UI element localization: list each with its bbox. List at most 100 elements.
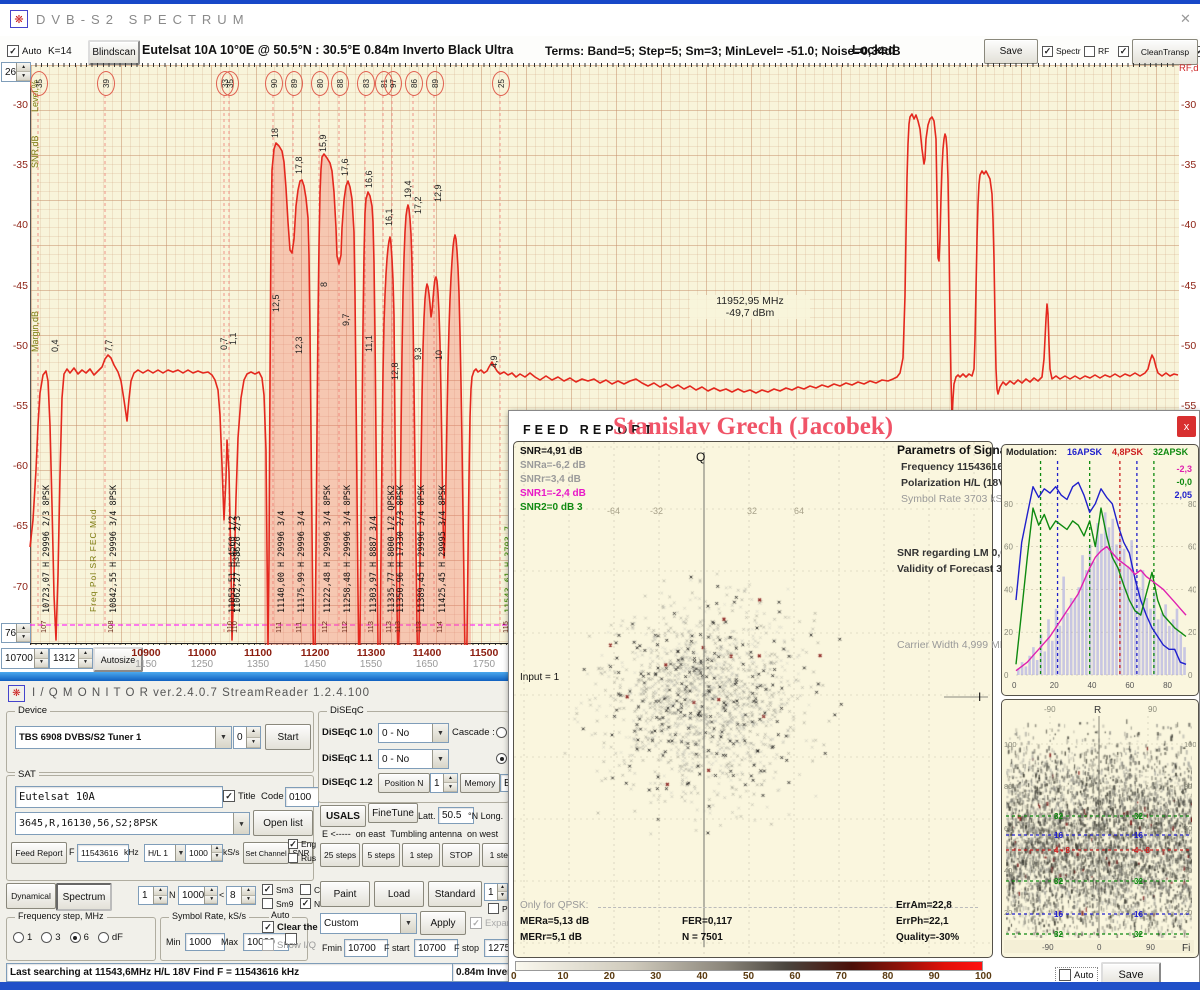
- toolbar-check-rf[interactable]: RF: [1084, 38, 1118, 64]
- step-button-1step[interactable]: 1 step: [402, 843, 440, 867]
- svg-text:0: 0: [1188, 671, 1193, 680]
- fstart-input[interactable]: 10700: [414, 939, 458, 957]
- constellation-grid: [514, 442, 990, 955]
- diseqc10-combo[interactable]: 0 - No▼: [378, 723, 449, 743]
- n2-spinner[interactable]: 1000▲▼: [178, 886, 218, 905]
- position-spinner[interactable]: 1▲▼: [430, 773, 458, 793]
- modulation-value: -2,3: [1158, 463, 1192, 476]
- radio-circle: [98, 932, 109, 943]
- svg-text:Fi: Fi: [1182, 943, 1190, 954]
- feed-author: Stanislav Grech (Jacobek): [613, 413, 893, 441]
- error-stats: ErrAm=22,8ErrPh=22,1Quality=-30%: [896, 898, 959, 946]
- stat-line: MERr=5,1 dB: [520, 930, 589, 946]
- constellation-panel: SNR=4,91 dBSNRa=-6,2 dBSNRr=3,4 dBSNR1=-…: [513, 441, 993, 958]
- paint-n-spinner[interactable]: 1▲▼: [484, 883, 508, 901]
- step-buttons-row: 25 steps5 steps1 stepSTOP1 step5: [320, 843, 510, 867]
- svg-text:60: 60: [1188, 543, 1196, 552]
- apply-button[interactable]: Apply: [420, 911, 466, 935]
- dynamical-button[interactable]: Dynamical: [6, 883, 56, 909]
- step-button-25steps[interactable]: 25 steps: [320, 843, 360, 867]
- standard-button[interactable]: Standard: [428, 881, 482, 907]
- code-input[interactable]: 0100: [285, 787, 319, 807]
- step-button-1step[interactable]: 1 step: [482, 843, 510, 867]
- svg-text:40: 40: [1184, 866, 1192, 875]
- start-button[interactable]: Start: [265, 724, 311, 750]
- f-label: F: [69, 847, 75, 857]
- n3-spinner[interactable]: 8▲▼: [226, 886, 256, 905]
- symbolrate-spinner[interactable]: 1000▲▼: [185, 844, 223, 862]
- antenna-row: E <----- on east Tumbling antenna on wes…: [322, 829, 508, 839]
- step-button-STOP[interactable]: STOP: [442, 843, 480, 867]
- param-symbolrate: Symbol Rate 3703 kS/s: [901, 493, 1011, 505]
- svg-text:32: 32: [1054, 877, 1063, 886]
- step-button-5steps[interactable]: 5 steps: [362, 843, 400, 867]
- showiq-checkbox[interactable]: Show I/Q: [262, 939, 316, 951]
- device-combo[interactable]: TBS 6908 DVBS/S2 Tuner 1▼: [15, 726, 232, 749]
- openlist-button[interactable]: Open list: [253, 810, 313, 836]
- sm9-checkbox[interactable]: Sm9: [262, 898, 293, 909]
- position-button[interactable]: Position N: [378, 773, 430, 793]
- svg-text:-90: -90: [1042, 943, 1054, 952]
- frequency-input[interactable]: 11543616: [77, 844, 129, 862]
- freqstep-radio-6[interactable]: 6: [70, 932, 89, 943]
- svg-text:4 - 8: 4 - 8: [1134, 846, 1151, 855]
- feed-auto-checkbox[interactable]: Auto: [1055, 967, 1098, 983]
- fmin-input[interactable]: 10700: [344, 939, 388, 957]
- freqstep-radio-1[interactable]: 1: [13, 932, 32, 943]
- symrate-group-label: Symbol Rate, kS/s: [169, 911, 249, 921]
- spectrum-button[interactable]: Spectrum: [56, 883, 112, 911]
- snr-reading: SNRa=-6,2 dB: [520, 459, 586, 473]
- auto-checkbox[interactable]: ✓Auto: [7, 45, 42, 57]
- svg-text:32: 32: [1134, 812, 1143, 821]
- diseqc11-combo[interactable]: 0 - No▼: [378, 749, 449, 769]
- cleantransp-button[interactable]: CleanTransp: [1132, 39, 1198, 65]
- sat-name-input[interactable]: Eutelsat 10A: [15, 786, 223, 808]
- blindscan-button[interactable]: Blindscan: [88, 40, 140, 65]
- channel-combo[interactable]: 3645,R,16130,56,S2;8PSK▼: [15, 812, 250, 835]
- freq-minor-label: 1750: [464, 659, 504, 670]
- svg-text:20: 20: [1004, 908, 1012, 917]
- custom-combo[interactable]: Custom▼: [320, 913, 417, 934]
- usals-button[interactable]: USALS: [320, 805, 366, 827]
- svg-text:40: 40: [1004, 585, 1013, 594]
- freqstep-group: Frequency step, MHz 136dF: [6, 917, 156, 961]
- rus-checkbox[interactable]: Rus: [288, 853, 316, 863]
- svg-text:100: 100: [1184, 740, 1196, 749]
- khz-label: kHz: [124, 847, 139, 857]
- hl-combo[interactable]: H/L 1▼: [144, 844, 187, 862]
- svg-text:32: 32: [1054, 812, 1063, 821]
- param-carrier: Carrier Width 4,999 MHz: [897, 639, 1013, 651]
- svg-text:0: 0: [1012, 681, 1017, 690]
- radio-label: 6: [84, 932, 89, 943]
- sm3-checkbox[interactable]: ✓Sm3: [262, 884, 293, 895]
- n1-spinner[interactable]: 1▲▼: [138, 886, 168, 905]
- freq-major-label: 11200: [295, 647, 335, 659]
- finetune-button[interactable]: FineTune: [368, 803, 418, 823]
- checkbox-box: ✓: [1118, 46, 1129, 57]
- modulation-legend-label: Modulation:: [1006, 447, 1057, 457]
- memory-button[interactable]: Memory: [460, 773, 500, 793]
- stat-line: ErrAm=22,8: [896, 898, 959, 914]
- save-button[interactable]: Save: [984, 39, 1038, 64]
- freqstep-radio-3[interactable]: 3: [41, 932, 60, 943]
- freq-major-label: 11500: [464, 647, 504, 659]
- device-index-spinner[interactable]: 0▲▼: [233, 726, 261, 749]
- title-checkbox[interactable]: ✓Title: [223, 790, 256, 802]
- paint-button[interactable]: Paint: [320, 881, 370, 907]
- toolbar-check-spectr[interactable]: ✓Spectr: [1042, 38, 1084, 64]
- spectrum-titlebar: ❋ DVB-S2 SPECTRUM ✕: [0, 4, 1200, 37]
- svg-text:16: 16: [1134, 831, 1143, 840]
- scale-tick: 90: [929, 971, 940, 982]
- eng-checkbox[interactable]: ✓Eng: [288, 839, 316, 849]
- freq-minor-label: 1150: [126, 659, 166, 670]
- freq-minor-label: 1350: [238, 659, 278, 670]
- frequency-tick-labels: 1090011501100012501110013501120014501130…: [0, 645, 510, 672]
- min-input[interactable]: 1000: [185, 933, 225, 951]
- feedreport-button[interactable]: Feed Report: [11, 842, 67, 864]
- setchannel-button[interactable]: Set Channel: [243, 842, 289, 864]
- freqstep-radio-dF[interactable]: dF: [98, 932, 123, 943]
- auto-sr-label: Auto: [269, 910, 292, 920]
- close-icon[interactable]: ✕: [1180, 11, 1191, 27]
- feed-close-button[interactable]: x: [1177, 416, 1196, 437]
- load-button[interactable]: Load: [374, 881, 424, 907]
